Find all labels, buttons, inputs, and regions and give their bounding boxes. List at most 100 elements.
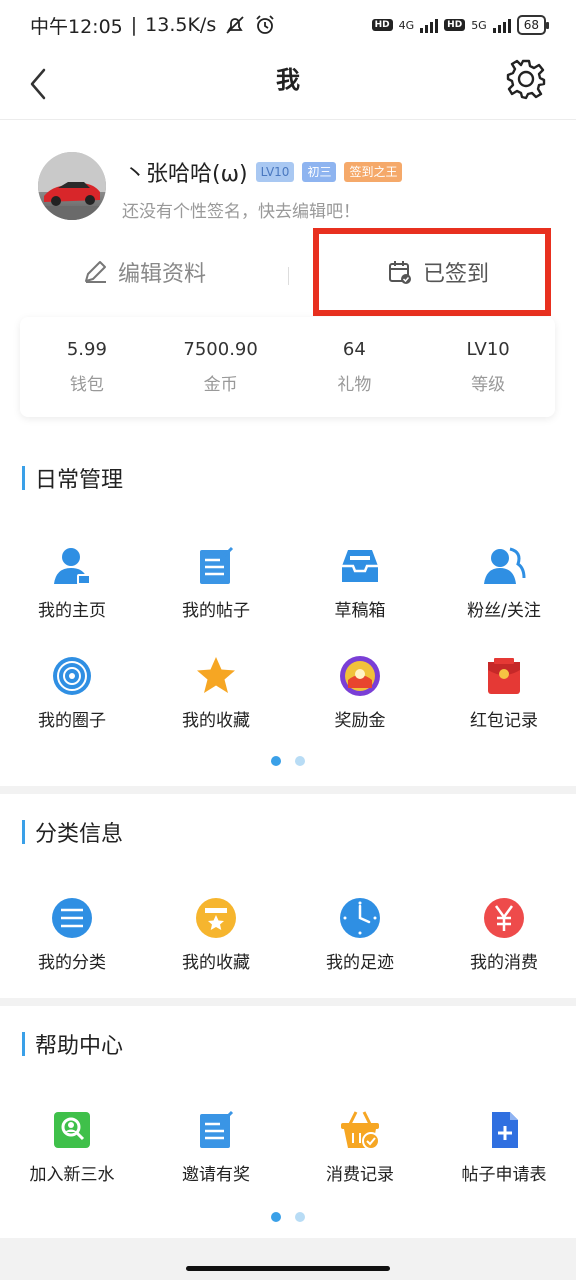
grid-item-label: 加入新三水 — [29, 1165, 115, 1185]
invite-icon — [200, 1110, 234, 1148]
title-accent-bar — [22, 1032, 25, 1056]
mute-icon — [226, 16, 244, 34]
grid-item-followers[interactable]: 粉丝/关注 — [432, 544, 576, 621]
stat-value: LV10 — [466, 339, 510, 360]
stats-card: 5.99 钱包 7500.90 金币 64 礼物 LV10 等级 — [20, 317, 555, 417]
page-dot-active[interactable] — [271, 756, 281, 766]
stat-label: 金币 — [203, 375, 238, 395]
page-dot[interactable] — [295, 756, 305, 766]
avatar[interactable] — [38, 152, 106, 220]
grid-item-my-home[interactable]: 我的主页 — [0, 544, 144, 621]
stat-coins[interactable]: 7500.90 金币 — [154, 317, 288, 417]
help-center-section: 帮助中心 加入新三水 邀请有奖 消费记录 帖子申请表 — [0, 1006, 576, 1238]
grid-item-application-form[interactable]: 帖子申请表 — [432, 1108, 576, 1185]
section-title-text: 分类信息 — [35, 822, 124, 847]
stat-label: 礼物 — [337, 375, 372, 395]
grid-item-label: 我的足迹 — [326, 953, 394, 973]
level-tag: LV10 — [255, 162, 295, 182]
grid-item-label: 我的消费 — [470, 953, 538, 973]
grid-item-label: 我的收藏 — [182, 711, 250, 731]
category-list-icon — [52, 898, 92, 938]
section-title-text: 日常管理 — [35, 468, 124, 493]
signal-icon-2 — [492, 17, 511, 33]
highlight-box — [313, 228, 551, 316]
settings-gear-icon[interactable] — [504, 58, 548, 102]
status-time: 中午12:05 — [30, 15, 123, 38]
grid-item-label: 草稿箱 — [334, 601, 386, 621]
signal-icon-1 — [420, 17, 439, 33]
post-icon — [200, 546, 234, 584]
grid-item-rewards[interactable]: 奖励金 — [288, 654, 432, 731]
grid-item-label: 消费记录 — [326, 1165, 394, 1185]
stat-label: 钱包 — [69, 375, 104, 395]
grid-item-red-packets[interactable]: 红包记录 — [432, 654, 576, 731]
hd-badge-2: HD — [444, 19, 466, 31]
section-title-text: 帮助中心 — [35, 1034, 124, 1059]
grid-item-label: 我的分类 — [38, 953, 106, 973]
avatar-car-image — [38, 152, 106, 220]
daily-management-section: 日常管理 我的主页 我的帖子 草稿箱 粉丝/关注 我的圈子 我的收藏 奖励金 红… — [0, 440, 576, 786]
grid-item-label: 奖励金 — [334, 711, 386, 731]
section-title: 分类信息 — [22, 816, 123, 848]
join-icon — [54, 1112, 90, 1148]
grid-item-my-footprints[interactable]: 我的足迹 — [288, 896, 432, 973]
grid-item-my-circle[interactable]: 我的圈子 — [0, 654, 144, 731]
grid-item-label: 我的主页 — [38, 601, 106, 621]
username: 丶张哈哈(ω) — [124, 162, 248, 187]
grid-item-my-collection[interactable]: 我的收藏 — [144, 896, 288, 973]
grid-item-label: 邀请有奖 — [182, 1165, 250, 1185]
stat-label: 等级 — [471, 375, 506, 395]
title-accent-bar — [22, 820, 25, 844]
network-4g: 4G — [398, 18, 415, 32]
stat-level[interactable]: LV10 等级 — [421, 317, 555, 417]
alarm-icon — [256, 15, 274, 34]
stat-wallet[interactable]: 5.99 钱包 — [20, 317, 154, 417]
star-icon — [197, 657, 235, 693]
yuan-icon — [484, 898, 524, 938]
grid-item-label: 红包记录 — [470, 711, 538, 731]
red-packet-icon — [488, 658, 520, 694]
followers-icon — [484, 547, 526, 584]
pencil-icon — [84, 261, 106, 283]
username-row: 丶张哈哈(ω) LV10 初三 签到之王 — [124, 156, 403, 188]
page-dot[interactable] — [295, 1212, 305, 1222]
grid-item-invite[interactable]: 邀请有奖 — [144, 1108, 288, 1185]
home-indicator[interactable] — [186, 1266, 390, 1271]
basket-icon — [341, 1111, 380, 1150]
edit-profile-button[interactable]: 编辑资料 — [0, 232, 288, 312]
collection-box-icon — [196, 898, 236, 938]
edit-profile-label: 编辑资料 — [117, 262, 206, 287]
grid-item-favorites[interactable]: 我的收藏 — [144, 654, 288, 731]
grid-item-my-categories[interactable]: 我的分类 — [0, 896, 144, 973]
stat-gifts[interactable]: 64 礼物 — [288, 317, 422, 417]
sign-king-tag: 签到之王 — [344, 162, 403, 182]
grid-item-my-spending[interactable]: 我的消费 — [432, 896, 576, 973]
status-bar: 中午12:05 | 13.5K/s HD 4G HD 5G 68 — [0, 0, 576, 50]
section-title: 帮助中心 — [22, 1028, 123, 1060]
grid-item-my-posts[interactable]: 我的帖子 — [144, 544, 288, 621]
grid-item-label: 粉丝/关注 — [467, 601, 541, 621]
grid-item-join[interactable]: 加入新三水 — [0, 1108, 144, 1185]
draft-box-icon — [342, 550, 378, 582]
stat-value: 7500.90 — [183, 339, 258, 360]
user-home-icon — [54, 548, 91, 585]
stat-value: 5.99 — [66, 339, 107, 360]
status-divider: | — [130, 14, 138, 36]
page-title: 我 — [276, 66, 300, 94]
page-dot-active[interactable] — [271, 1212, 281, 1222]
application-form-icon — [492, 1112, 518, 1148]
section-title: 日常管理 — [22, 462, 123, 494]
grid-item-drafts[interactable]: 草稿箱 — [288, 544, 432, 621]
circle-icon — [53, 657, 91, 695]
clock-icon — [340, 898, 380, 938]
network-5g: 5G — [471, 18, 487, 32]
grid-item-label: 我的收藏 — [182, 953, 250, 973]
reward-icon — [340, 656, 380, 696]
action-divider — [288, 267, 289, 285]
grid-item-spending-records[interactable]: 消费记录 — [288, 1108, 432, 1185]
signature-text[interactable]: 还没有个性签名，快去编辑吧！ — [122, 197, 360, 222]
battery-indicator: 68 — [516, 15, 550, 35]
grid-item-label: 我的帖子 — [182, 601, 250, 621]
page-dots — [0, 1212, 576, 1222]
category-section: 分类信息 我的分类 我的收藏 我的足迹 我的消费 — [0, 794, 576, 998]
